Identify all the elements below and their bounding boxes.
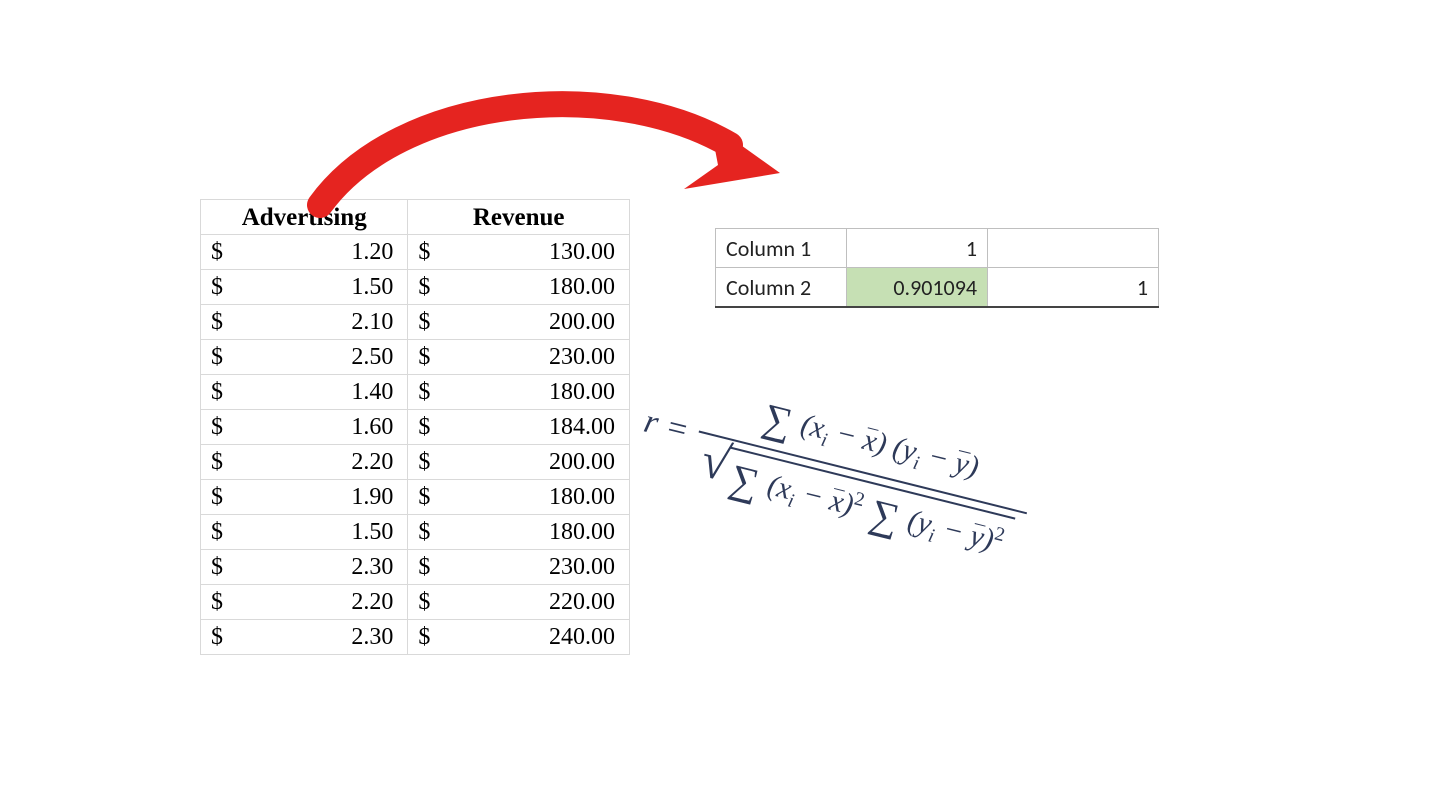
revenue-value: 180.00: [449, 515, 629, 550]
formula-lhs: r =: [640, 403, 693, 451]
currency-symbol: $: [201, 270, 243, 305]
currency-symbol: $: [408, 375, 449, 410]
currency-symbol: $: [408, 480, 449, 515]
advertising-value: 1.50: [242, 270, 408, 305]
revenue-value: 200.00: [449, 445, 629, 480]
corr-row1-label: Column 1: [716, 229, 847, 268]
table-row: $2.20$220.00: [201, 585, 630, 620]
advertising-value: 2.50: [242, 340, 408, 375]
advertising-value: 1.40: [242, 375, 408, 410]
corr-row2-label: Column 2: [716, 268, 847, 308]
currency-symbol: $: [201, 445, 243, 480]
table-row: $2.10$200.00: [201, 305, 630, 340]
currency-symbol: $: [201, 480, 243, 515]
advertising-value: 1.50: [242, 515, 408, 550]
revenue-value: 180.00: [449, 270, 629, 305]
table-row: $2.50$230.00: [201, 340, 630, 375]
currency-symbol: $: [408, 305, 449, 340]
revenue-value: 230.00: [449, 550, 629, 585]
currency-symbol: $: [201, 375, 243, 410]
sigma-icon: ∑: [866, 489, 905, 542]
currency-symbol: $: [408, 550, 449, 585]
currency-symbol: $: [201, 235, 243, 270]
currency-symbol: $: [408, 515, 449, 550]
formula-fraction: ∑ (xi − x) (yi − y) √ ∑ (xi − x)2 ∑ (yi …: [683, 373, 1042, 577]
corr-row1-val2: [988, 229, 1159, 268]
currency-symbol: $: [201, 620, 243, 655]
revenue-value: 200.00: [449, 305, 629, 340]
revenue-value: 180.00: [449, 375, 629, 410]
correlation-formula: r = ∑ (xi − x) (yi − y) √ ∑ (xi − x)2 ∑ …: [630, 360, 1223, 623]
table-row: $1.60$184.00: [201, 410, 630, 445]
revenue-value: 180.00: [449, 480, 629, 515]
revenue-value: 240.00: [449, 620, 629, 655]
currency-symbol: $: [408, 445, 449, 480]
advertising-value: 2.20: [242, 445, 408, 480]
currency-symbol: $: [201, 410, 243, 445]
revenue-value: 184.00: [449, 410, 629, 445]
corr-row2-val1-highlighted: 0.901094: [847, 268, 988, 308]
table-row: Column 2 0.901094 1: [716, 268, 1159, 308]
advertising-value: 2.10: [242, 305, 408, 340]
revenue-value: 220.00: [449, 585, 629, 620]
currency-symbol: $: [201, 515, 243, 550]
correlation-matrix: Column 1 1 Column 2 0.901094 1: [715, 228, 1159, 308]
currency-symbol: $: [201, 340, 243, 375]
currency-symbol: $: [201, 550, 243, 585]
revenue-value: 230.00: [449, 340, 629, 375]
currency-symbol: $: [201, 585, 243, 620]
currency-symbol: $: [408, 410, 449, 445]
advertising-value: 2.30: [242, 550, 408, 585]
table-row: $1.50$180.00: [201, 515, 630, 550]
currency-symbol: $: [408, 620, 449, 655]
currency-symbol: $: [408, 585, 449, 620]
advertising-value: 1.90: [242, 480, 408, 515]
arrow-icon: [280, 85, 800, 245]
table-row: $2.20$200.00: [201, 445, 630, 480]
currency-symbol: $: [201, 305, 243, 340]
table-row: $2.30$240.00: [201, 620, 630, 655]
table-row: $1.90$180.00: [201, 480, 630, 515]
advertising-value: 1.60: [242, 410, 408, 445]
data-table: Advertising Revenue $1.20$130.00$1.50$18…: [200, 199, 630, 655]
advertising-value: 2.30: [242, 620, 408, 655]
sigma-icon: ∑: [758, 394, 797, 447]
advertising-value: 2.20: [242, 585, 408, 620]
sigma-icon: ∑: [725, 454, 764, 507]
currency-symbol: $: [408, 340, 449, 375]
table-row: $1.40$180.00: [201, 375, 630, 410]
table-row: $1.50$180.00: [201, 270, 630, 305]
corr-row1-val1: 1: [847, 229, 988, 268]
corr-row2-val2: 1: [988, 268, 1159, 308]
currency-symbol: $: [408, 270, 449, 305]
table-row: Column 1 1: [716, 229, 1159, 268]
table-row: $2.30$230.00: [201, 550, 630, 585]
